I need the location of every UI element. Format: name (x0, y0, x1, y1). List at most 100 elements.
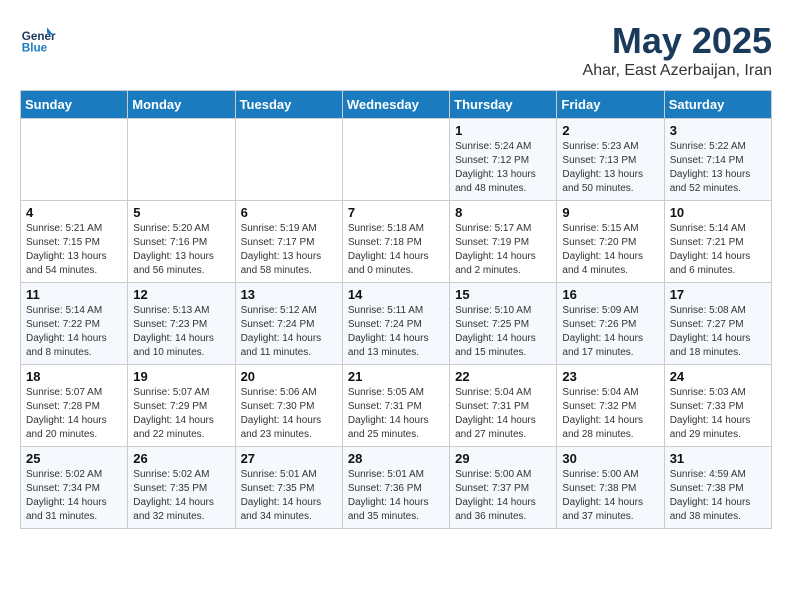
day-number: 19 (133, 369, 229, 384)
calendar-cell: 23 Sunrise: 5:04 AM Sunset: 7:32 PM Dayli… (557, 365, 664, 447)
day-number: 23 (562, 369, 658, 384)
calendar-table: SundayMondayTuesdayWednesdayThursdayFrid… (20, 90, 772, 529)
cell-content: Sunrise: 5:15 AM Sunset: 7:20 PM Dayligh… (562, 222, 658, 278)
calendar-cell (235, 119, 342, 201)
day-number: 16 (562, 287, 658, 302)
cell-content: Sunrise: 5:04 AM Sunset: 7:31 PM Dayligh… (455, 386, 551, 442)
calendar-cell: 31 Sunrise: 4:59 AM Sunset: 7:38 PM Dayli… (664, 447, 771, 529)
calendar-cell: 5 Sunrise: 5:20 AM Sunset: 7:16 PM Daylig… (128, 201, 235, 283)
cell-content: Sunrise: 5:10 AM Sunset: 7:25 PM Dayligh… (455, 304, 551, 360)
weekday-header-sunday: Sunday (21, 91, 128, 119)
cell-content: Sunrise: 5:07 AM Sunset: 7:28 PM Dayligh… (26, 386, 122, 442)
cell-content: Sunrise: 5:20 AM Sunset: 7:16 PM Dayligh… (133, 222, 229, 278)
calendar-cell: 7 Sunrise: 5:18 AM Sunset: 7:18 PM Daylig… (342, 201, 449, 283)
weekday-header-friday: Friday (557, 91, 664, 119)
calendar-cell: 12 Sunrise: 5:13 AM Sunset: 7:23 PM Dayli… (128, 283, 235, 365)
cell-content: Sunrise: 5:07 AM Sunset: 7:29 PM Dayligh… (133, 386, 229, 442)
calendar-cell: 11 Sunrise: 5:14 AM Sunset: 7:22 PM Dayli… (21, 283, 128, 365)
svg-text:Blue: Blue (22, 42, 48, 55)
cell-content: Sunrise: 5:02 AM Sunset: 7:34 PM Dayligh… (26, 468, 122, 524)
cell-content: Sunrise: 5:09 AM Sunset: 7:26 PM Dayligh… (562, 304, 658, 360)
calendar-header: SundayMondayTuesdayWednesdayThursdayFrid… (21, 91, 772, 119)
cell-content: Sunrise: 5:01 AM Sunset: 7:35 PM Dayligh… (241, 468, 337, 524)
day-number: 18 (26, 369, 122, 384)
calendar-cell: 20 Sunrise: 5:06 AM Sunset: 7:30 PM Dayli… (235, 365, 342, 447)
cell-content: Sunrise: 5:00 AM Sunset: 7:37 PM Dayligh… (455, 468, 551, 524)
day-number: 8 (455, 205, 551, 220)
calendar-body: 1 Sunrise: 5:24 AM Sunset: 7:12 PM Daylig… (21, 119, 772, 529)
calendar-cell: 14Sunrise: 5:11 AM Sunset: 7:24 PM Dayli… (342, 283, 449, 365)
cell-content: Sunrise: 5:19 AM Sunset: 7:17 PM Dayligh… (241, 222, 337, 278)
day-number: 27 (241, 451, 337, 466)
day-number: 17 (670, 287, 766, 302)
day-number: 15 (455, 287, 551, 302)
day-number: 7 (348, 205, 444, 220)
weekday-header-row: SundayMondayTuesdayWednesdayThursdayFrid… (21, 91, 772, 119)
calendar-cell (21, 119, 128, 201)
cell-content: Sunrise: 5:05 AM Sunset: 7:31 PM Dayligh… (348, 386, 444, 442)
day-number: 10 (670, 205, 766, 220)
weekday-header-monday: Monday (128, 91, 235, 119)
calendar-cell: 30 Sunrise: 5:00 AM Sunset: 7:38 PM Dayli… (557, 447, 664, 529)
day-number: 26 (133, 451, 229, 466)
cell-content: Sunrise: 5:13 AM Sunset: 7:23 PM Dayligh… (133, 304, 229, 360)
weekday-header-tuesday: Tuesday (235, 91, 342, 119)
cell-content: Sunrise: 5:06 AM Sunset: 7:30 PM Dayligh… (241, 386, 337, 442)
cell-content: Sunrise: 5:04 AM Sunset: 7:32 PM Dayligh… (562, 386, 658, 442)
logo: General Blue (20, 20, 60, 56)
day-number: 29 (455, 451, 551, 466)
calendar-week-row: 18 Sunrise: 5:07 AM Sunset: 7:28 PM Dayli… (21, 365, 772, 447)
calendar-cell: 2 Sunrise: 5:23 AM Sunset: 7:13 PM Daylig… (557, 119, 664, 201)
cell-content: Sunrise: 5:23 AM Sunset: 7:13 PM Dayligh… (562, 140, 658, 196)
cell-content: Sunrise: 5:03 AM Sunset: 7:33 PM Dayligh… (670, 386, 766, 442)
calendar-cell: 19 Sunrise: 5:07 AM Sunset: 7:29 PM Dayli… (128, 365, 235, 447)
cell-content: Sunrise: 5:12 AM Sunset: 7:24 PM Dayligh… (241, 304, 337, 360)
cell-content: Sunrise: 5:02 AM Sunset: 7:35 PM Dayligh… (133, 468, 229, 524)
day-number: 20 (241, 369, 337, 384)
day-number: 5 (133, 205, 229, 220)
day-number: 1 (455, 123, 551, 138)
day-number: 6 (241, 205, 337, 220)
cell-content: Sunrise: 5:17 AM Sunset: 7:19 PM Dayligh… (455, 222, 551, 278)
day-number: 13 (241, 287, 337, 302)
cell-content: Sunrise: 5:01 AM Sunset: 7:36 PM Dayligh… (348, 468, 444, 524)
cell-content: Sunrise: 5:14 AM Sunset: 7:21 PM Dayligh… (670, 222, 766, 278)
cell-content: Sunrise: 5:24 AM Sunset: 7:12 PM Dayligh… (455, 140, 551, 196)
title-section: May 2025 Ahar, East Azerbaijan, Iran (583, 20, 772, 80)
day-number: 24 (670, 369, 766, 384)
calendar-cell: 18 Sunrise: 5:07 AM Sunset: 7:28 PM Dayli… (21, 365, 128, 447)
calendar-cell: 15 Sunrise: 5:10 AM Sunset: 7:25 PM Dayli… (450, 283, 557, 365)
calendar-cell (342, 119, 449, 201)
cell-content: Sunrise: 5:22 AM Sunset: 7:14 PM Dayligh… (670, 140, 766, 196)
day-number: 30 (562, 451, 658, 466)
cell-content: Sunrise: 5:18 AM Sunset: 7:18 PM Dayligh… (348, 222, 444, 278)
calendar-week-row: 25 Sunrise: 5:02 AM Sunset: 7:34 PM Dayli… (21, 447, 772, 529)
weekday-header-thursday: Thursday (450, 91, 557, 119)
day-number: 21 (348, 369, 444, 384)
calendar-cell: 4Sunrise: 5:21 AM Sunset: 7:15 PM Daylig… (21, 201, 128, 283)
day-number: 31 (670, 451, 766, 466)
cell-content: Sunrise: 5:00 AM Sunset: 7:38 PM Dayligh… (562, 468, 658, 524)
cell-content: Sunrise: 5:14 AM Sunset: 7:22 PM Dayligh… (26, 304, 122, 360)
day-number: 28 (348, 451, 444, 466)
calendar-cell: 16 Sunrise: 5:09 AM Sunset: 7:26 PM Dayli… (557, 283, 664, 365)
day-number: 4 (26, 205, 122, 220)
weekday-header-wednesday: Wednesday (342, 91, 449, 119)
day-number: 9 (562, 205, 658, 220)
calendar-cell: 10 Sunrise: 5:14 AM Sunset: 7:21 PM Dayli… (664, 201, 771, 283)
page-header: General Blue May 2025 Ahar, East Azerbai… (20, 20, 772, 80)
calendar-cell: 1 Sunrise: 5:24 AM Sunset: 7:12 PM Daylig… (450, 119, 557, 201)
calendar-cell: 13 Sunrise: 5:12 AM Sunset: 7:24 PM Dayli… (235, 283, 342, 365)
day-number: 11 (26, 287, 122, 302)
calendar-cell: 27 Sunrise: 5:01 AM Sunset: 7:35 PM Dayli… (235, 447, 342, 529)
day-number: 12 (133, 287, 229, 302)
cell-content: Sunrise: 4:59 AM Sunset: 7:38 PM Dayligh… (670, 468, 766, 524)
day-number: 2 (562, 123, 658, 138)
calendar-week-row: 4Sunrise: 5:21 AM Sunset: 7:15 PM Daylig… (21, 201, 772, 283)
calendar-cell: 21 Sunrise: 5:05 AM Sunset: 7:31 PM Dayli… (342, 365, 449, 447)
logo-icon: General Blue (20, 20, 56, 56)
day-number: 25 (26, 451, 122, 466)
cell-content: Sunrise: 5:11 AM Sunset: 7:24 PM Dayligh… (348, 304, 444, 360)
calendar-cell: 22Sunrise: 5:04 AM Sunset: 7:31 PM Dayli… (450, 365, 557, 447)
calendar-cell: 8 Sunrise: 5:17 AM Sunset: 7:19 PM Daylig… (450, 201, 557, 283)
